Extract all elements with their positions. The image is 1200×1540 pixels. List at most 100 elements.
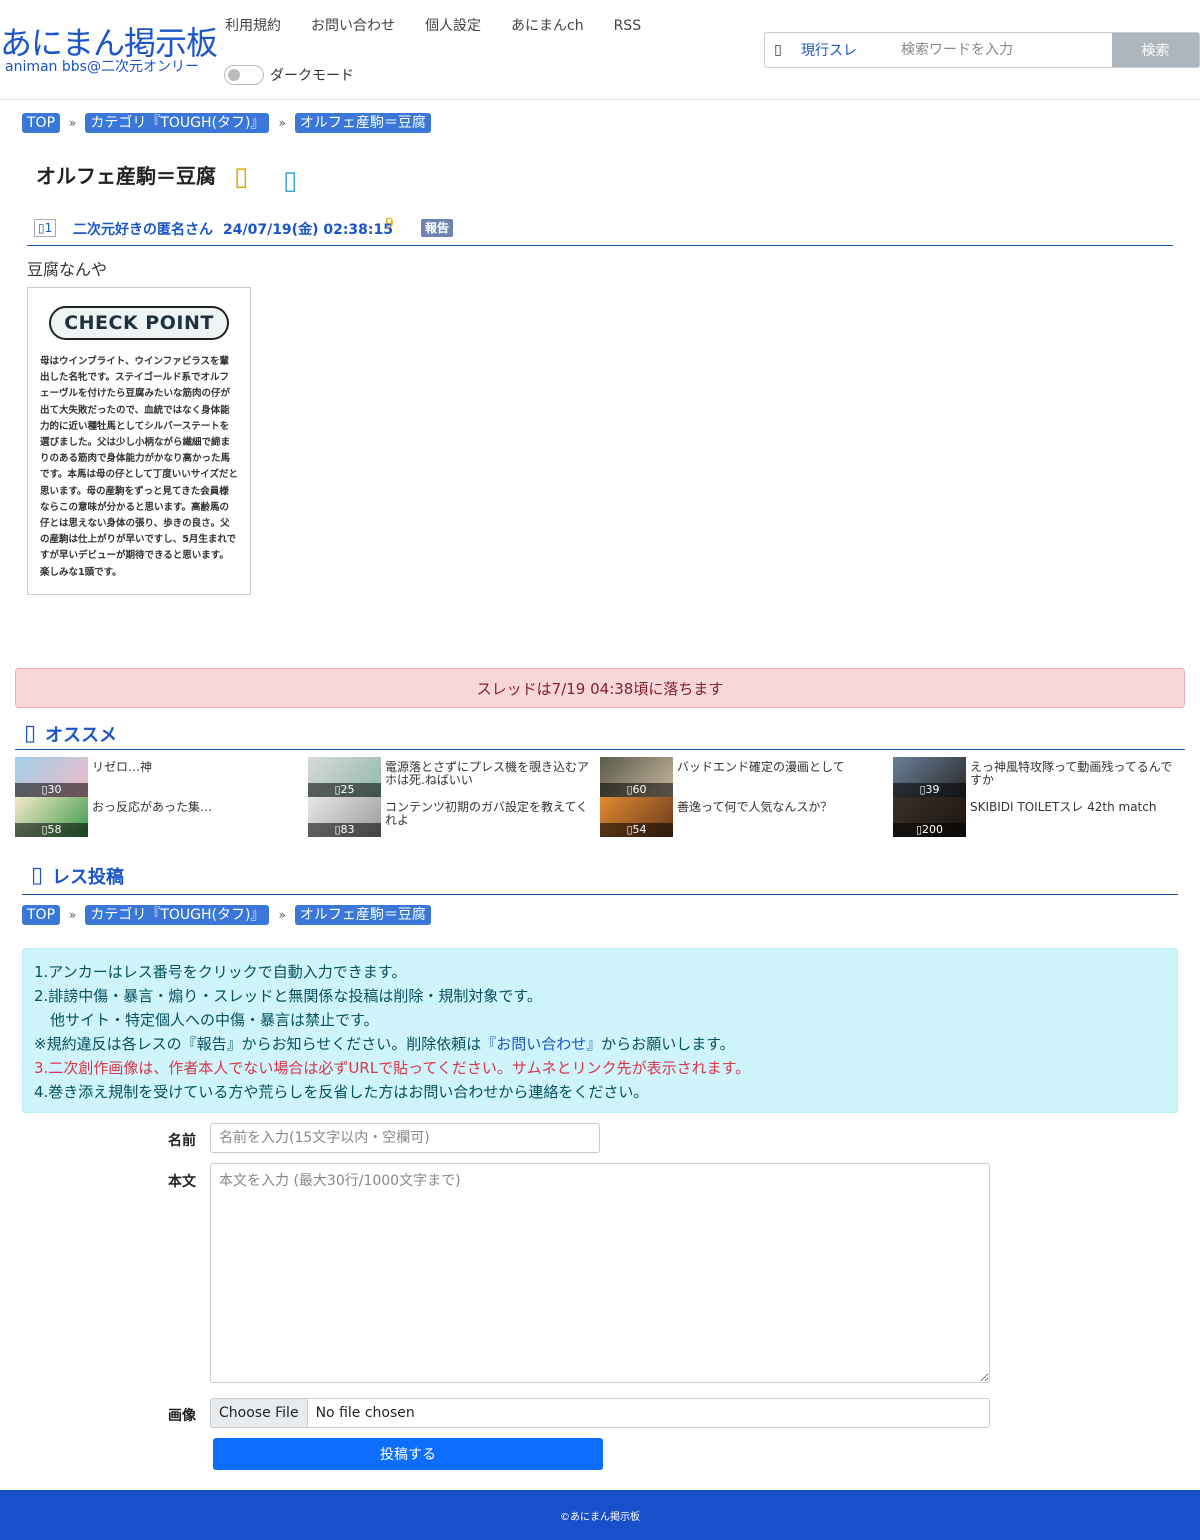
search-bar: ▯ 現行スレ 検索 bbox=[764, 32, 1200, 68]
post-form-heading-label: レス投稿 bbox=[52, 866, 124, 888]
nav-settings[interactable]: 個人設定 bbox=[425, 16, 481, 36]
site-tagline: animan bbs@二次元オンリー bbox=[5, 59, 199, 75]
nav-animanch[interactable]: あにまんch bbox=[511, 16, 584, 36]
breadcrumb-separator: » bbox=[278, 116, 286, 130]
recommend-reply-count: ▯200 bbox=[893, 823, 966, 837]
breadcrumb-thread[interactable]: オルフェ産駒＝豆腐 bbox=[294, 905, 431, 925]
rule-3-number: 3. bbox=[34, 1059, 49, 1077]
file-status: No file chosen bbox=[315, 1405, 415, 1421]
recommend-reply-count: ▯30 bbox=[15, 783, 88, 797]
check-point-text: 母はウインブライト、ウインファビラスを輩出した名牝です。ステイゴールド系でオルフ… bbox=[40, 356, 238, 578]
search-input[interactable] bbox=[891, 33, 1112, 67]
body-label: 本文 bbox=[168, 1174, 196, 1190]
breadcrumb: TOP » カテゴリ『TOUGH(タフ)』 » オルフェ産駒＝豆腐 bbox=[22, 113, 431, 133]
site-logo[interactable]: あにまん掲示板 bbox=[0, 24, 218, 62]
post-image[interactable]: CHECK POINT 母はウインブライト、ウインファビラスを輩出した名牝です。… bbox=[27, 287, 251, 595]
nav-terms[interactable]: 利用規約 bbox=[225, 16, 281, 36]
post-id: 9 bbox=[385, 216, 394, 232]
recommend-reply-count: ▯39 bbox=[893, 783, 966, 797]
recommend-item[interactable]: ▯30 リゼロ…神 bbox=[15, 757, 300, 797]
post-header: ▯1 二次元好きの匿名さん 24/07/19(金) 02:38:15 9 報告 bbox=[27, 216, 1173, 246]
recommend-title[interactable]: 電源落とさずにプレス機を覗き込むアホは死.ねばいい bbox=[385, 761, 593, 787]
breadcrumb-category[interactable]: カテゴリ『TOUGH(タフ)』 bbox=[85, 905, 270, 925]
recommend-item[interactable]: ▯83 コンテンツ初期のガバ設定を教えてくれよ bbox=[308, 797, 593, 837]
top-nav: 利用規約 お問い合わせ 個人設定 あにまんch RSS bbox=[225, 16, 671, 36]
thumbs-up-icon: ▯ bbox=[23, 721, 37, 746]
list-icon: ▯ bbox=[774, 42, 782, 58]
post-date: 24/07/19(金) 02:38:15 bbox=[223, 222, 393, 238]
breadcrumb-separator: » bbox=[69, 116, 77, 130]
favorite-icon[interactable]: ▯ bbox=[234, 162, 248, 192]
recommend-thumbnail[interactable]: ▯83 bbox=[308, 797, 381, 837]
recommend-title[interactable]: SKIBIDI TOILETスレ 42th match bbox=[970, 801, 1178, 814]
rule-report: ※規約違反は各レスの『報告』からお知らせください。削除依頼は『お問い合わせ』から… bbox=[34, 1032, 1166, 1056]
site-header: あにまん掲示板 animan bbs@二次元オンリー 利用規約 お問い合わせ 個… bbox=[0, 0, 1200, 100]
rule-report-text-end: からお願いします。 bbox=[601, 1035, 735, 1053]
recommend-title[interactable]: コンテンツ初期のガバ設定を教えてくれよ bbox=[385, 801, 593, 827]
rule-4: 4.巻き添え規制を受けている方や荒らしを反省した方はお問い合わせから連絡をくださ… bbox=[34, 1083, 649, 1101]
recommend-reply-count: ▯54 bbox=[600, 823, 673, 837]
breadcrumb-top[interactable]: TOP bbox=[22, 113, 61, 133]
recommend-heading: ▯ オススメ bbox=[15, 718, 1185, 750]
post-number[interactable]: ▯1 bbox=[34, 219, 57, 237]
breadcrumb-bottom: TOP » カテゴリ『TOUGH(タフ)』 » オルフェ産駒＝豆腐 bbox=[22, 905, 431, 925]
body-textarea[interactable] bbox=[210, 1163, 990, 1383]
recommend-item[interactable]: ▯39 えっ神風特攻隊って動画残ってるんですか bbox=[893, 757, 1178, 797]
post-form-heading: ▯ レス投稿 bbox=[22, 857, 1178, 895]
nav-rss[interactable]: RSS bbox=[614, 16, 642, 36]
breadcrumb-separator: » bbox=[278, 908, 286, 922]
breadcrumb-thread[interactable]: オルフェ産駒＝豆腐 bbox=[294, 113, 431, 133]
bookmark-icon[interactable]: ▯ bbox=[283, 166, 297, 196]
image-label: 画像 bbox=[168, 1408, 196, 1424]
recommend-reply-count: ▯60 bbox=[600, 783, 673, 797]
report-button[interactable]: 報告 bbox=[421, 219, 454, 237]
recommend-thumbnail[interactable]: ▯30 bbox=[15, 757, 88, 797]
nav-contact[interactable]: お問い合わせ bbox=[311, 16, 395, 36]
recommend-item[interactable]: ▯60 バッドエンド確定の漫画として bbox=[600, 757, 885, 797]
name-input[interactable] bbox=[210, 1123, 600, 1153]
contact-link[interactable]: 『お問い合わせ』 bbox=[481, 1035, 601, 1053]
rule-2: 2.誹謗中傷・暴言・煽り・スレッドと無関係な投稿は削除・規制対象です。 bbox=[34, 987, 542, 1005]
recommend-title[interactable]: おっ反応があった集… bbox=[92, 801, 300, 814]
rule-1: 1.アンカーはレス番号をクリックで自動入力できます。 bbox=[34, 963, 407, 981]
recommend-item[interactable]: ▯25 電源落とさずにプレス機を覗き込むアホは死.ねばいい bbox=[308, 757, 593, 797]
reply-icon: ▯ bbox=[38, 221, 45, 235]
recommend-thumbnail[interactable]: ▯60 bbox=[600, 757, 673, 797]
thread-title: オルフェ産駒＝豆腐 bbox=[36, 164, 216, 188]
submit-post-button[interactable]: 投稿する bbox=[213, 1438, 603, 1470]
copyright: ©あにまん掲示板 bbox=[560, 1511, 640, 1523]
search-button[interactable]: 検索 bbox=[1112, 33, 1199, 67]
recommend-item[interactable]: ▯200 SKIBIDI TOILETスレ 42th match bbox=[893, 797, 1178, 837]
recommend-item[interactable]: ▯58 おっ反応があった集… bbox=[15, 797, 300, 837]
search-scope-select[interactable]: 現行スレ bbox=[791, 33, 891, 67]
choose-file-button[interactable]: Choose File bbox=[211, 1399, 308, 1427]
recommend-title[interactable]: リゼロ…神 bbox=[92, 761, 300, 774]
pencil-icon: ▯ bbox=[30, 863, 44, 888]
breadcrumb-separator: » bbox=[69, 908, 77, 922]
recommend-item[interactable]: ▯54 善逸って何で人気なんスか？ bbox=[600, 797, 885, 837]
post-body: 豆腐なんや bbox=[27, 260, 108, 279]
post-number-value: 1 bbox=[44, 221, 53, 235]
recommend-thumbnail[interactable]: ▯58 bbox=[15, 797, 88, 837]
recommend-thumbnail[interactable]: ▯39 bbox=[893, 757, 966, 797]
name-label: 名前 bbox=[168, 1133, 196, 1149]
image-file-input[interactable]: Choose File No file chosen bbox=[210, 1398, 990, 1428]
dark-mode-label: ダークモード bbox=[270, 68, 354, 84]
recommend-title[interactable]: えっ神風特攻隊って動画残ってるんですか bbox=[970, 761, 1178, 787]
recommend-thumbnail[interactable]: ▯54 bbox=[600, 797, 673, 837]
recommend-heading-label: オススメ bbox=[45, 724, 117, 746]
rule-3-text: 二次創作画像は、作者本人でない場合は必ずURLで貼ってください。サムネとリンク先… bbox=[48, 1059, 751, 1077]
recommend-reply-count: ▯58 bbox=[15, 823, 88, 837]
dark-mode-switch[interactable] bbox=[224, 65, 264, 85]
recommend-reply-count: ▯25 bbox=[308, 783, 381, 797]
recommend-title[interactable]: バッドエンド確定の漫画として bbox=[677, 761, 885, 774]
rule-3: 3.二次創作画像は、作者本人でない場合は必ずURLで貼ってください。サムネとリン… bbox=[34, 1056, 1166, 1080]
breadcrumb-category[interactable]: カテゴリ『TOUGH(タフ)』 bbox=[85, 113, 270, 133]
post-author: 二次元好きの匿名さん bbox=[73, 222, 213, 238]
recommend-title[interactable]: 善逸って何で人気なんスか？ bbox=[677, 801, 885, 814]
recommend-thumbnail[interactable]: ▯25 bbox=[308, 757, 381, 797]
dark-mode-toggle[interactable]: ダークモード bbox=[224, 65, 354, 85]
recommend-thumbnail[interactable]: ▯200 bbox=[893, 797, 966, 837]
rule-report-text: ※規約違反は各レスの『報告』からお知らせください。削除依頼は bbox=[34, 1035, 482, 1053]
breadcrumb-top[interactable]: TOP bbox=[22, 905, 61, 925]
